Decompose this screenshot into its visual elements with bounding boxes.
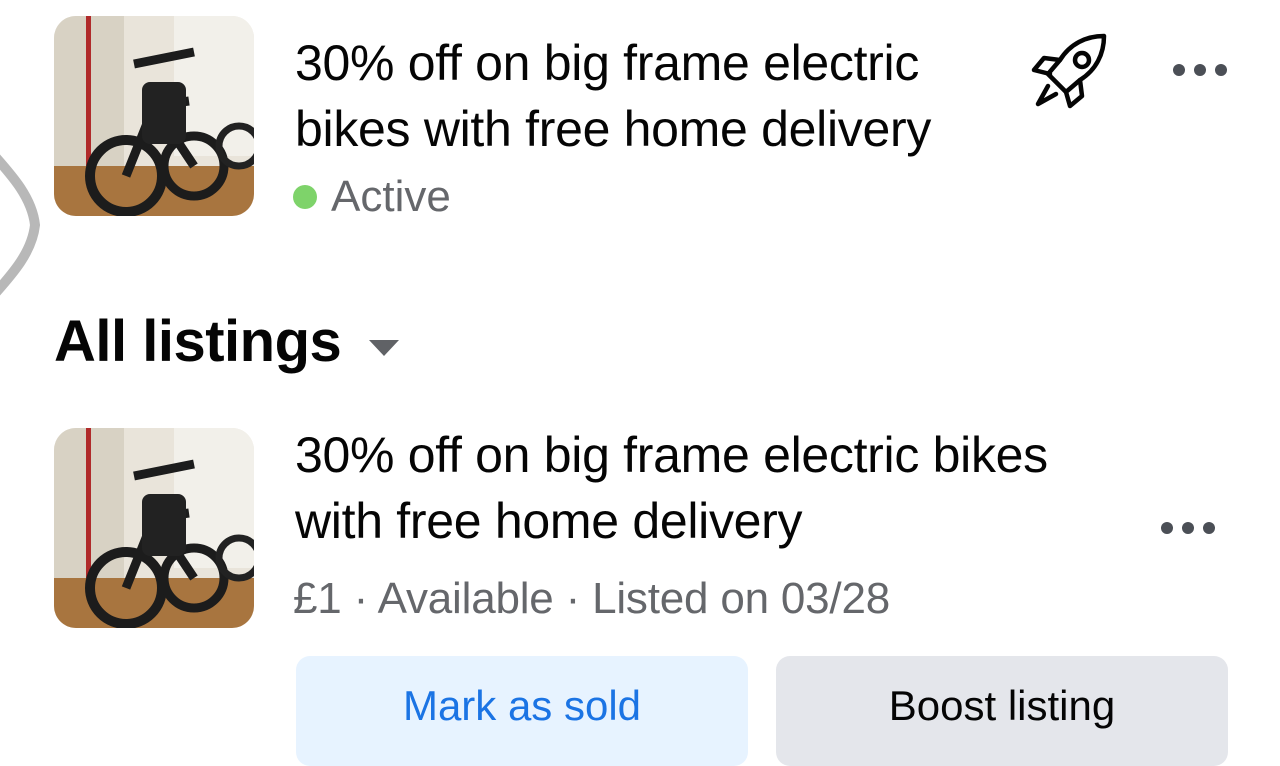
rocket-icon[interactable] xyxy=(1030,30,1112,112)
section-title: All listings xyxy=(54,309,342,374)
listing-status: Active xyxy=(293,172,451,222)
status-label: Active xyxy=(331,172,451,221)
listing-thumbnail[interactable] xyxy=(54,16,254,216)
status-dot-icon xyxy=(293,185,317,209)
more-options-icon[interactable] xyxy=(1158,508,1218,548)
edge-arc-decoration xyxy=(0,154,40,296)
boost-listing-button[interactable]: Boost listing xyxy=(776,656,1228,766)
more-options-icon[interactable] xyxy=(1170,50,1230,90)
listing-meta: £1 · Available · Listed on 03/28 xyxy=(293,574,890,623)
mark-as-sold-button[interactable]: Mark as sold xyxy=(296,656,748,766)
all-listings-dropdown[interactable]: All listings xyxy=(54,308,400,375)
listing-title[interactable]: 30% off on big frame electric bikes with… xyxy=(295,422,1115,554)
listing-thumbnail[interactable] xyxy=(54,428,254,628)
bike-photo xyxy=(54,428,254,628)
featured-listing-title[interactable]: 30% off on big frame electric bikes with… xyxy=(295,30,945,162)
caret-down-icon xyxy=(369,339,400,356)
bike-photo xyxy=(54,16,254,216)
